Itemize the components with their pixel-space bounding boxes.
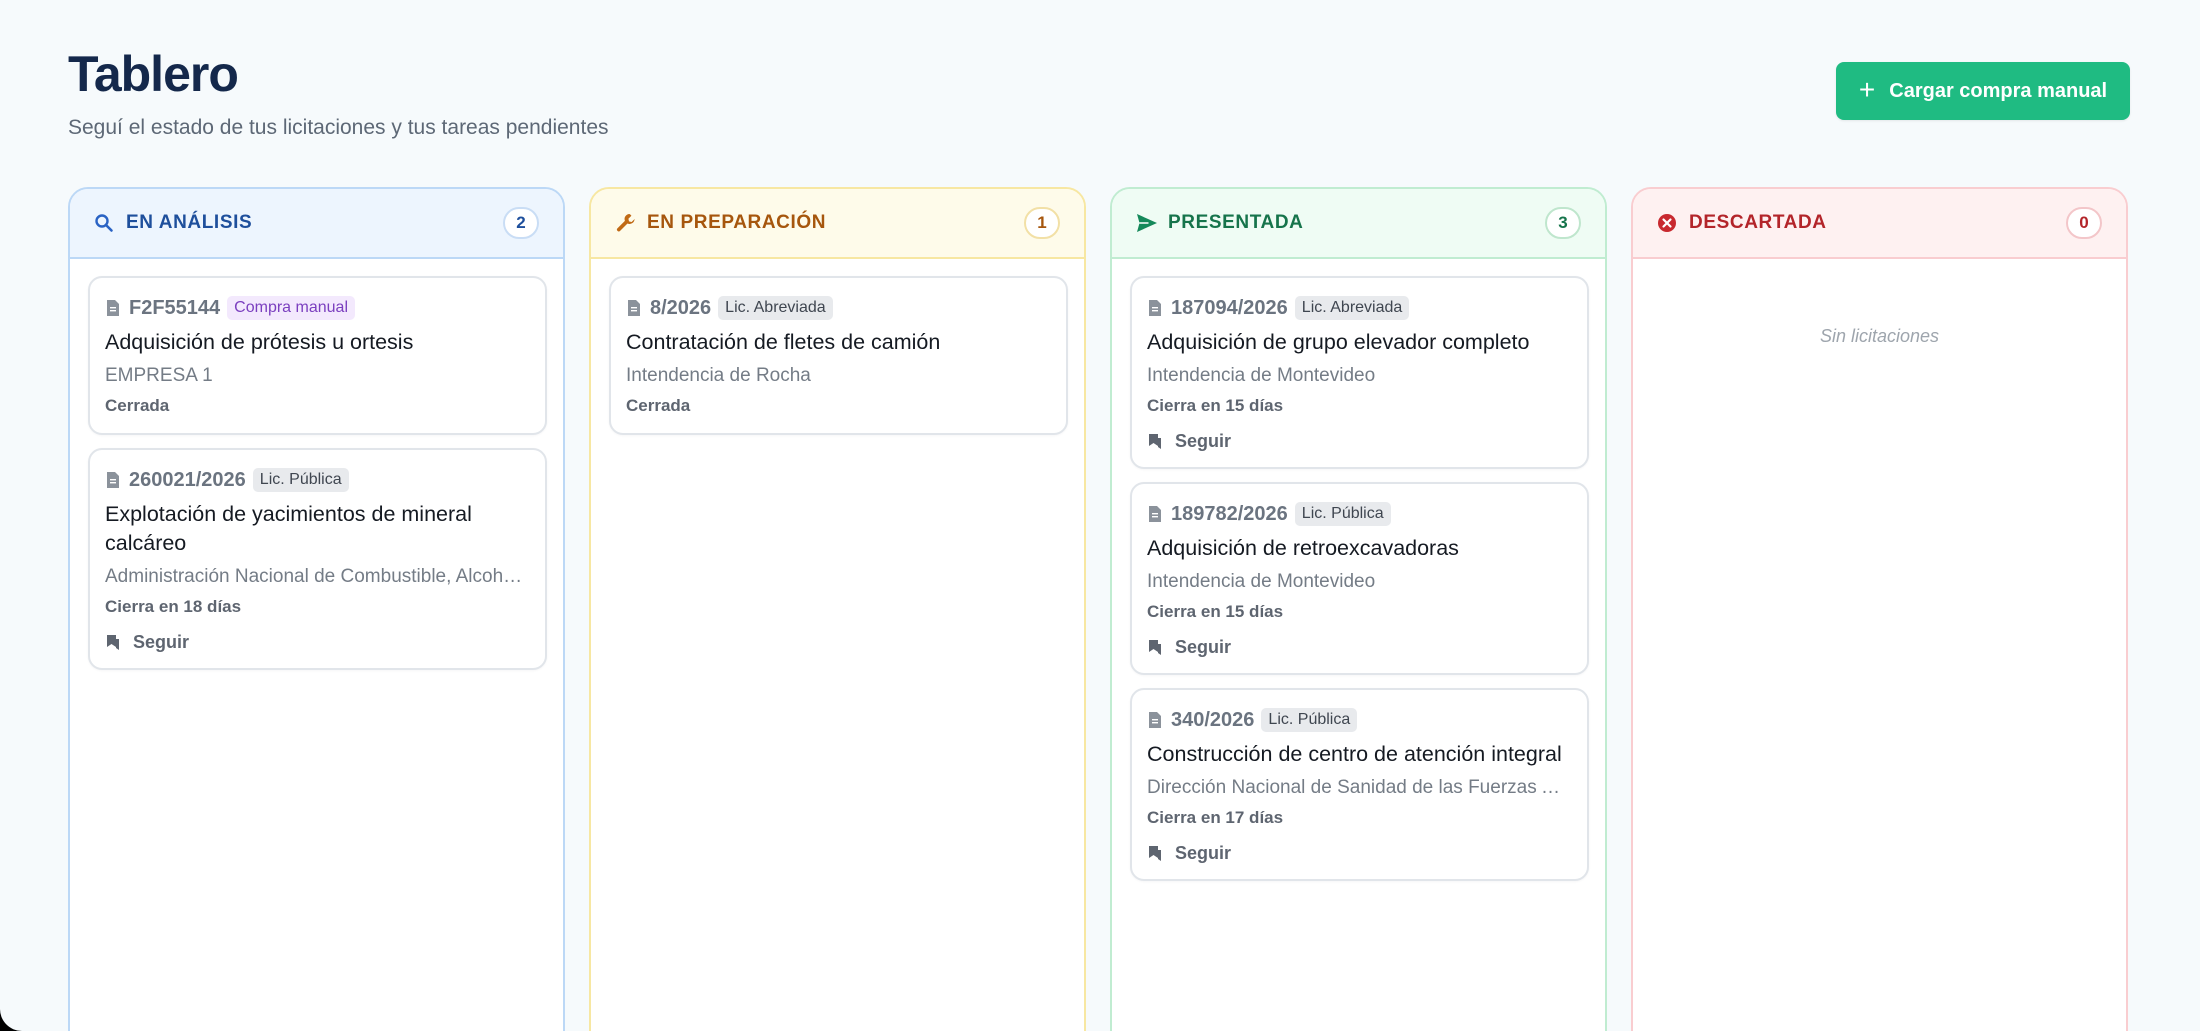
column-title: EN ANÁLISIS <box>126 212 253 233</box>
wrench-icon <box>615 212 637 234</box>
tender-organization: Intendencia de Rocha <box>626 365 811 386</box>
bookmark-flag-icon <box>107 635 119 650</box>
document-icon <box>1149 712 1161 728</box>
column-descartada: DESCARTADA 0 Sin licitaciones <box>1631 187 2128 1031</box>
follow-button[interactable]: Seguir <box>105 632 530 653</box>
column-count-badge: 2 <box>503 207 539 239</box>
card-list: F2F55144 Compra manual Adquisición de pr… <box>70 259 563 687</box>
tender-type-badge: Lic. Abreviada <box>1294 296 1410 320</box>
column-header: DESCARTADA 0 <box>1633 189 2126 259</box>
column-title: DESCARTADA <box>1689 212 1827 233</box>
tender-title: Adquisición de retroexcavadoras <box>1147 536 1459 560</box>
document-icon <box>628 300 640 316</box>
card-list: 187094/2026 Lic. Abreviada Adquisición d… <box>1112 259 1605 898</box>
tender-title: Adquisición de grupo elevador completo <box>1147 330 1530 354</box>
column-count-badge: 3 <box>1545 207 1581 239</box>
tender-organization: Administración Nacional de Combustible, … <box>105 566 530 587</box>
tender-status: Cierra en 18 días <box>105 597 242 616</box>
send-icon <box>1136 212 1158 234</box>
page-title: Tablero <box>68 46 239 102</box>
tender-type-badge: Lic. Pública <box>1261 708 1358 732</box>
column-presentada: PRESENTADA 3 187094/2026 Lic. Abreviada … <box>1110 187 1607 1031</box>
tender-code: 8/2026 <box>650 296 712 319</box>
document-icon <box>1149 300 1161 316</box>
tender-title: Contratación de fletes de camión <box>626 330 941 354</box>
document-icon <box>107 300 119 316</box>
page: Tablero Seguí el estado de tus licitacio… <box>0 0 2200 1031</box>
tender-code: F2F55144 <box>129 296 221 319</box>
page-subtitle: Seguí el estado de tus licitaciones y tu… <box>68 116 609 139</box>
column-header: PRESENTADA 3 <box>1112 189 1605 259</box>
tender-type-badge: Lic. Pública <box>1294 502 1391 526</box>
tender-title: Construcción de centro de atención integ… <box>1147 742 1562 766</box>
follow-label: Seguir <box>1175 431 1232 451</box>
column-title: PRESENTADA <box>1168 212 1304 233</box>
plus-icon: + <box>1858 73 1876 105</box>
column-title: EN PREPARACIÓN <box>647 212 827 233</box>
kanban-board: EN ANÁLISIS 2 F2F55144 Compra manual Adq… <box>68 187 2128 1031</box>
bookmark-flag-icon <box>1149 640 1161 655</box>
tender-code: 340/2026 <box>1171 708 1255 731</box>
tender-status: Cierra en 15 días <box>1147 396 1284 415</box>
follow-button[interactable]: Seguir <box>1147 843 1572 864</box>
follow-label: Seguir <box>1175 843 1232 863</box>
tender-type-badge: Lic. Abreviada <box>718 296 833 320</box>
column-en-preparacion: EN PREPARACIÓN 1 8/2026 Lic. Abreviada C… <box>589 187 1086 1031</box>
tender-code: 260021/2026 <box>129 468 246 491</box>
tender-card[interactable]: 260021/2026 Lic. Pública Explotación de … <box>88 448 547 670</box>
empty-state: Sin licitaciones <box>1819 326 1940 346</box>
document-icon <box>1149 506 1161 522</box>
follow-button[interactable]: Seguir <box>1147 431 1572 452</box>
tender-card[interactable]: 187094/2026 Lic. Abreviada Adquisición d… <box>1130 276 1589 469</box>
bookmark-flag-icon <box>1149 434 1161 449</box>
column-en-analisis: EN ANÁLISIS 2 F2F55144 Compra manual Adq… <box>68 187 565 1031</box>
card-list: 8/2026 Lic. Abreviada Contratación de fl… <box>591 259 1084 452</box>
tender-organization: Intendencia de Montevideo <box>1147 365 1376 386</box>
tender-organization: Dirección Nacional de Sanidad de las Fue… <box>1147 777 1572 798</box>
bookmark-flag-icon <box>1149 846 1161 861</box>
tender-card[interactable]: 189782/2026 Lic. Pública Adquisición de … <box>1130 482 1589 675</box>
tender-organization: EMPRESA 1 <box>105 365 213 386</box>
add-manual-purchase-button[interactable]: + Cargar compra manual <box>1836 62 2130 120</box>
column-count-badge: 0 <box>2066 207 2102 239</box>
tender-card[interactable]: 340/2026 Lic. Pública Construcción de ce… <box>1130 688 1589 881</box>
tender-code: 187094/2026 <box>1171 296 1288 319</box>
tender-status: Cerrada <box>626 396 691 415</box>
tender-status: Cerrada <box>105 396 170 415</box>
add-manual-purchase-label: Cargar compra manual <box>1889 79 2108 102</box>
tender-card[interactable]: F2F55144 Compra manual Adquisición de pr… <box>88 276 547 435</box>
page-header: Tablero Seguí el estado de tus licitacio… <box>68 44 609 140</box>
tender-type-badge: Lic. Pública <box>252 468 349 492</box>
tender-title: Explotación de yacimientos de mineral ca… <box>105 502 472 555</box>
tender-card[interactable]: 8/2026 Lic. Abreviada Contratación de fl… <box>609 276 1068 435</box>
tender-organization: Intendencia de Montevideo <box>1147 571 1376 592</box>
tender-title: Adquisición de prótesis u ortesis <box>105 330 414 354</box>
search-icon <box>94 212 116 234</box>
column-count-badge: 1 <box>1024 207 1060 239</box>
column-header: EN ANÁLISIS 2 <box>70 189 563 259</box>
tender-status: Cierra en 17 días <box>1147 808 1284 827</box>
tender-type-badge: Compra manual <box>227 296 355 320</box>
document-icon <box>107 472 119 488</box>
tender-code: 189782/2026 <box>1171 502 1288 525</box>
tender-status: Cierra en 15 días <box>1147 602 1284 621</box>
follow-button[interactable]: Seguir <box>1147 637 1572 658</box>
x-circle-icon <box>1657 212 1679 234</box>
follow-label: Seguir <box>1175 637 1232 657</box>
follow-label: Seguir <box>133 632 190 652</box>
column-header: EN PREPARACIÓN 1 <box>591 189 1084 259</box>
